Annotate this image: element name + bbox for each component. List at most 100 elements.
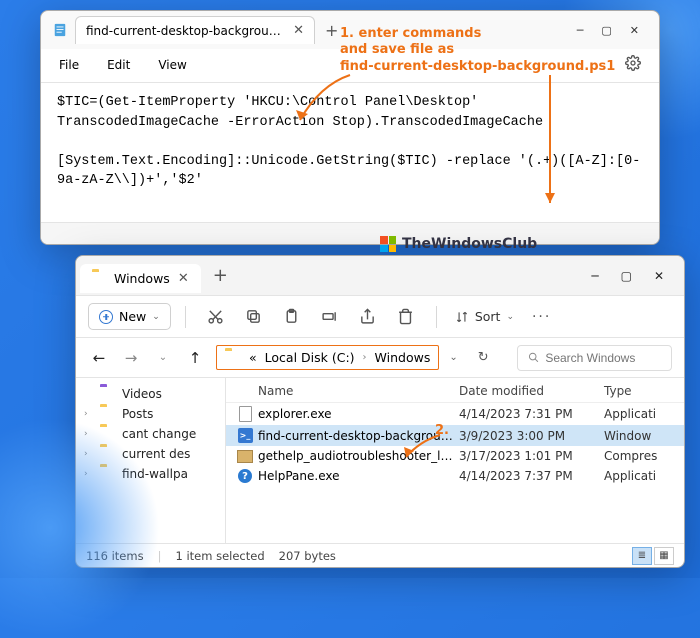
folder-icon [100, 447, 116, 461]
minimize-button[interactable]: ─ [591, 269, 598, 283]
file-type: Window [604, 429, 674, 443]
explorer-sidebar: ›Videos›Posts›cant change›current des›fi… [76, 378, 226, 543]
sidebar-item[interactable]: ›find-wallpa [82, 464, 219, 484]
col-type[interactable]: Type [604, 384, 674, 398]
new-tab-button[interactable]: + [325, 21, 338, 40]
new-button[interactable]: New ⌄ [88, 303, 171, 330]
search-box[interactable] [517, 345, 672, 371]
file-date: 3/9/2023 3:00 PM [459, 429, 604, 443]
file-row[interactable]: gethelp_audiotroubleshooter_latestpacka.… [226, 446, 684, 466]
explorer-body: ›Videos›Posts›cant change›current des›fi… [76, 378, 684, 543]
nav-back-icon[interactable]: ← [88, 349, 110, 367]
menu-edit[interactable]: Edit [107, 58, 130, 72]
file-date: 4/14/2023 7:31 PM [459, 407, 604, 421]
notepad-textarea[interactable]: $TIC=(Get-ItemProperty 'HKCU:\Control Pa… [41, 83, 659, 222]
file-icon: >_ [236, 428, 254, 443]
notepad-app-icon [53, 23, 67, 37]
explorer-statusbar: 116 items | 1 item selected 207 bytes ≣ … [76, 543, 684, 567]
file-row[interactable]: ?HelpPane.exe4/14/2023 7:37 PMApplicati [226, 466, 684, 486]
explorer-filepane: Name Date modified Type explorer.exe4/14… [226, 378, 684, 543]
file-icon: ? [236, 469, 254, 483]
tab-close-icon[interactable]: ✕ [293, 23, 304, 38]
file-row[interactable]: explorer.exe4/14/2023 7:31 PMApplicati [226, 403, 684, 425]
sidebar-item-label: Posts [122, 407, 153, 421]
file-row[interactable]: >_ find-current-desktop-background.ps13/9… [226, 425, 684, 446]
folder-icon [92, 272, 106, 286]
file-icon [236, 450, 254, 463]
watermark-text: TheWindowsClub [402, 236, 537, 252]
file-name: find-current-desktop-background.ps1 [258, 429, 459, 443]
column-headers: Name Date modified Type [226, 378, 684, 403]
new-button-label: New [119, 309, 146, 324]
new-tab-button[interactable]: + [213, 265, 228, 286]
toolbar-separator [185, 306, 186, 328]
file-date: 3/17/2023 1:01 PM [459, 449, 604, 463]
sidebar-item[interactable]: ›current des [82, 444, 219, 464]
explorer-tab[interactable]: Windows ✕ [80, 264, 201, 293]
cut-icon[interactable] [200, 308, 232, 325]
close-button[interactable]: ✕ [654, 269, 664, 283]
chevron-down-icon: ⌄ [152, 312, 160, 322]
file-name: gethelp_audiotroubleshooter_latestpacka.… [258, 449, 459, 463]
sort-label: Sort [475, 309, 501, 324]
share-icon[interactable] [352, 308, 384, 325]
chevron-down-icon: ⌄ [506, 312, 514, 322]
toolbar-separator [436, 306, 437, 328]
paste-icon[interactable] [276, 308, 308, 325]
rename-icon[interactable] [314, 308, 346, 325]
sidebar-item[interactable]: ›Videos [82, 384, 219, 404]
col-date[interactable]: Date modified [459, 384, 604, 398]
tab-close-icon[interactable]: ✕ [178, 271, 189, 286]
file-type: Applicati [604, 407, 674, 421]
file-type: Applicati [604, 469, 674, 483]
refresh-icon[interactable]: ↻ [478, 350, 489, 365]
sidebar-item[interactable]: ›cant change [82, 424, 219, 444]
settings-gear-icon[interactable] [625, 55, 641, 74]
maximize-button[interactable]: ▢ [621, 269, 632, 283]
sort-icon [455, 310, 469, 324]
sort-button[interactable]: Sort ⌄ [455, 309, 514, 324]
menu-file[interactable]: File [59, 58, 79, 72]
sidebar-item-label: current des [122, 447, 190, 461]
menu-view[interactable]: View [158, 58, 186, 72]
sidebar-item[interactable]: › Posts [82, 404, 219, 424]
nav-forward-icon[interactable]: → [120, 349, 142, 367]
plus-circle-icon [99, 310, 113, 324]
explorer-tab-title: Windows [114, 271, 170, 286]
breadcrumb-folder[interactable]: Windows [375, 350, 431, 365]
breadcrumb[interactable]: « Local Disk (C:) › Windows [216, 345, 439, 370]
search-icon [528, 351, 539, 364]
folder-icon [100, 427, 116, 441]
delete-icon[interactable] [390, 308, 422, 325]
chevron-right-icon: › [84, 469, 94, 479]
close-button[interactable]: ✕ [630, 24, 639, 37]
copy-icon[interactable] [238, 308, 270, 325]
notepad-window-controls: ─ ▢ ✕ [563, 24, 653, 37]
file-icon [236, 406, 254, 422]
maximize-button[interactable]: ▢ [601, 24, 611, 37]
file-rows: explorer.exe4/14/2023 7:31 PMApplicati>_… [226, 403, 684, 543]
chevron-down-icon[interactable]: ⌄ [449, 352, 457, 363]
folder-icon [100, 467, 116, 481]
col-name[interactable]: Name [258, 384, 459, 398]
folder-icon [100, 387, 116, 401]
minimize-button[interactable]: ─ [577, 24, 584, 37]
watermark-logo-icon [380, 236, 396, 252]
nav-up-icon[interactable]: ↑ [184, 349, 206, 367]
notepad-tab[interactable]: find-current-desktop-background. ✕ [75, 16, 315, 44]
details-view-icon[interactable]: ≣ [632, 547, 652, 565]
search-input[interactable] [545, 351, 661, 365]
breadcrumb-bridge: « [249, 350, 257, 365]
view-toggle: ≣ ▦ [632, 547, 674, 565]
breadcrumb-drive[interactable]: Local Disk (C:) [265, 350, 355, 365]
chevron-right-icon: › [84, 409, 94, 419]
chevron-down-icon[interactable]: ⌄ [152, 352, 174, 363]
notepad-menubar: File Edit View [41, 49, 659, 83]
notepad-tabstrip: find-current-desktop-background. ✕ + ─ ▢… [41, 11, 659, 49]
more-options-icon[interactable]: ··· [532, 309, 551, 325]
file-date: 4/14/2023 7:37 PM [459, 469, 604, 483]
thumbnail-view-icon[interactable]: ▦ [654, 547, 674, 565]
status-size: 207 bytes [279, 549, 336, 563]
file-name: explorer.exe [258, 407, 459, 421]
sidebar-item-label: cant change [122, 427, 196, 441]
